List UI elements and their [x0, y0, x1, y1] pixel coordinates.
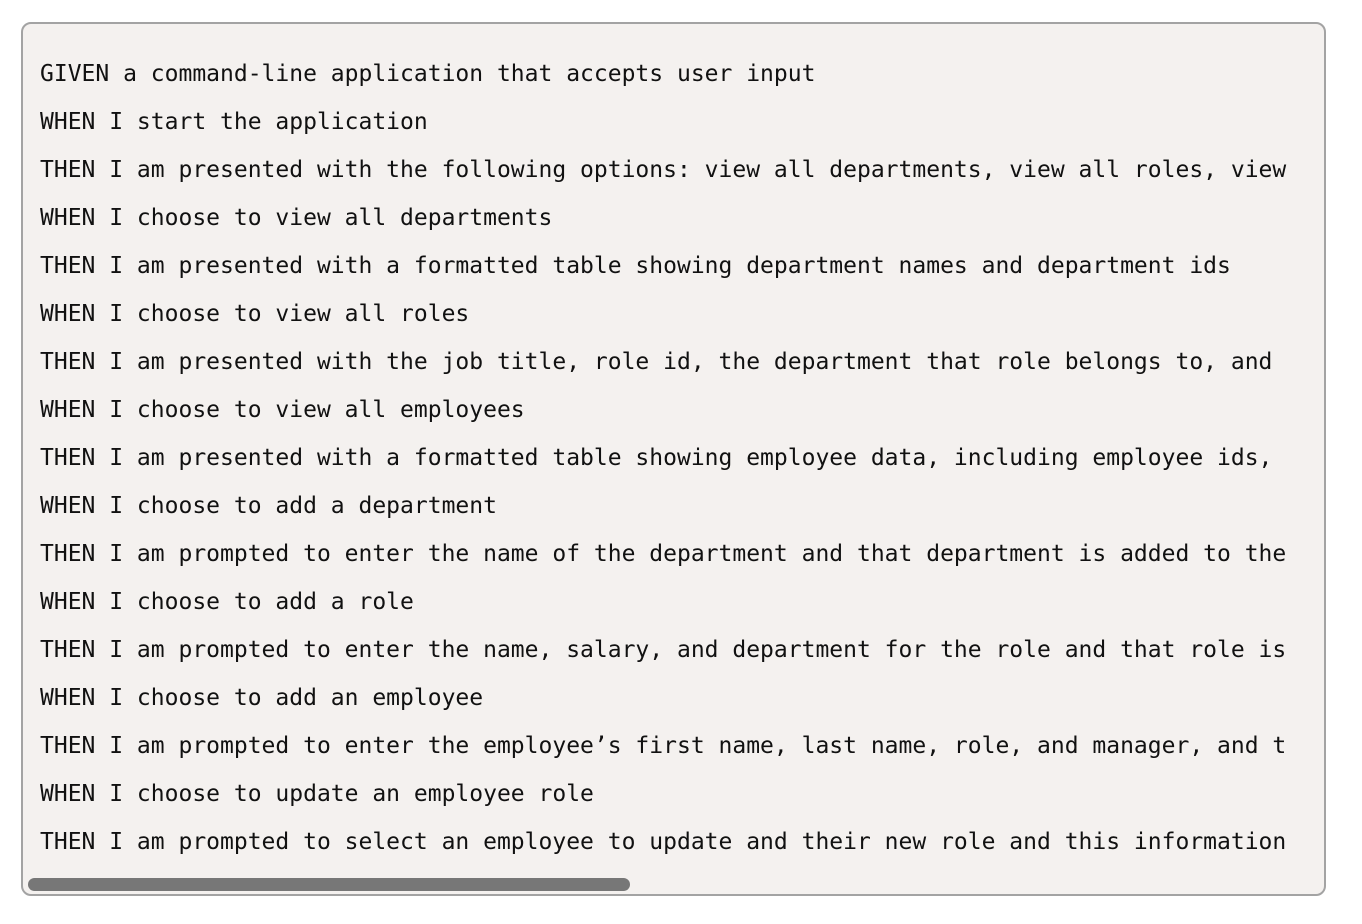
horizontal-scrollbar[interactable] — [23, 878, 1324, 894]
code-line: THEN I am presented with the job title, … — [40, 349, 1273, 375]
code-line: WHEN I start the application — [40, 109, 428, 135]
code-line: WHEN I choose to add a department — [40, 493, 497, 519]
code-line: GIVEN a command-line application that ac… — [40, 61, 816, 87]
code-panel: GIVEN a command-line application that ac… — [21, 22, 1326, 896]
code-line: WHEN I choose to view all departments — [40, 205, 553, 231]
code-line: WHEN I choose to view all employees — [40, 397, 525, 423]
code-line: THEN I am presented with a formatted tab… — [40, 253, 1231, 279]
code-block: GIVEN a command-line application that ac… — [40, 50, 1286, 866]
code-line: THEN I am presented with the following o… — [40, 157, 1287, 183]
code-scroll-area[interactable]: GIVEN a command-line application that ac… — [23, 24, 1324, 894]
code-line: THEN I am prompted to enter the name, sa… — [40, 637, 1287, 663]
code-line: THEN I am presented with a formatted tab… — [40, 445, 1273, 471]
code-line: WHEN I choose to add an employee — [40, 685, 484, 711]
code-line: WHEN I choose to add a role — [40, 589, 414, 615]
code-line: THEN I am prompted to enter the employee… — [40, 733, 1287, 759]
code-line: THEN I am prompted to select an employee… — [40, 829, 1287, 855]
code-line: THEN I am prompted to enter the name of … — [40, 541, 1287, 567]
code-line: WHEN I choose to view all roles — [40, 301, 470, 327]
code-line: WHEN I choose to update an employee role — [40, 781, 594, 807]
horizontal-scrollbar-thumb[interactable] — [28, 878, 630, 891]
